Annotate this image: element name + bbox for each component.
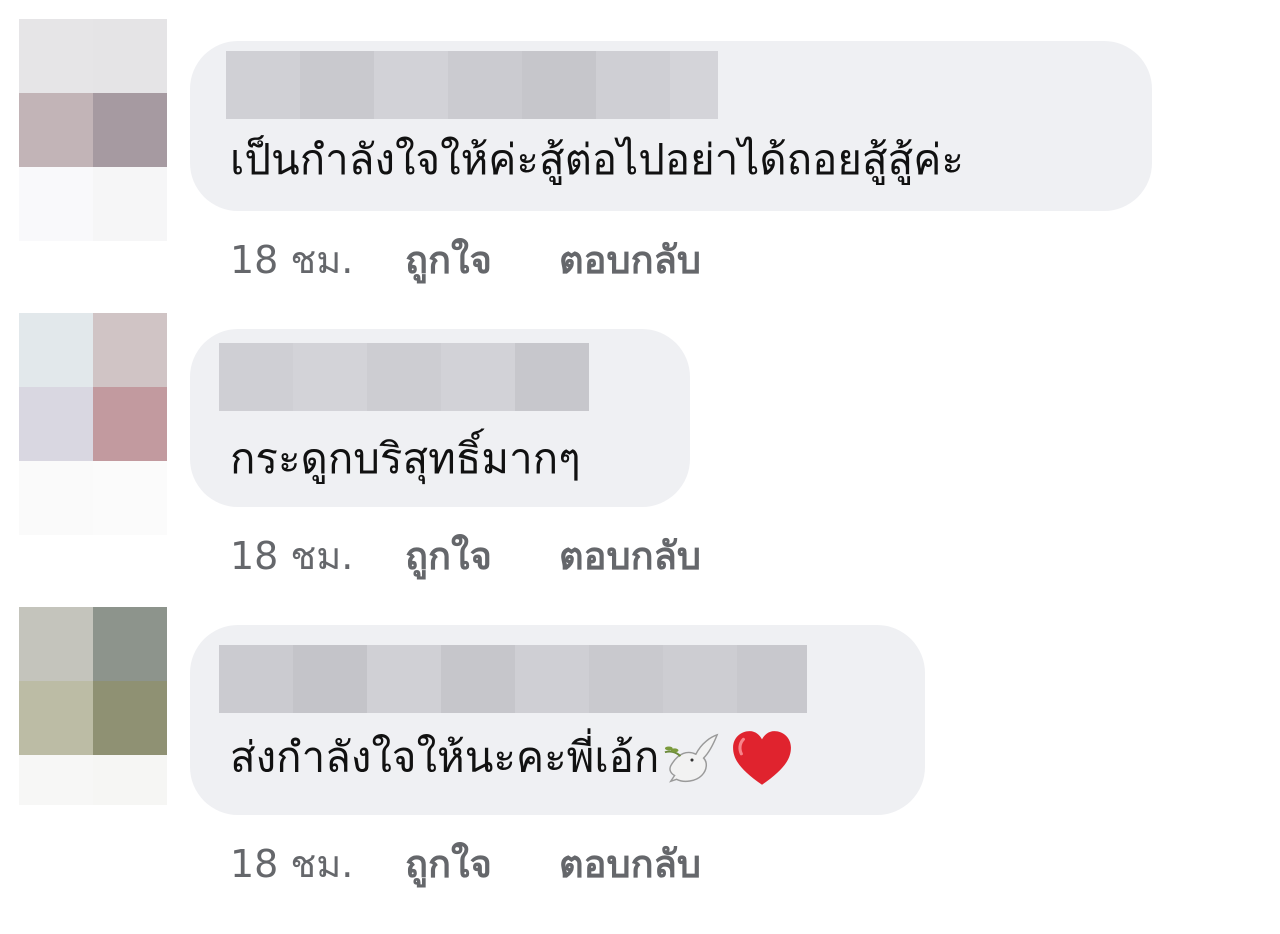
comment-time: 18 ชม. (230, 238, 354, 282)
reply-button[interactable]: ตอบกลับ (559, 525, 701, 586)
avatar-pixel (93, 93, 167, 167)
dove-icon (664, 733, 719, 783)
author-name-blurred[interactable] (226, 51, 718, 119)
heart-icon (733, 731, 792, 785)
comment-bubble[interactable]: ส่งกำลังใจให้นะคะพี่เอ้ก (190, 625, 925, 815)
comment-meta: 18 ชม. ถูกใจ ตอบกลับ (230, 229, 701, 290)
comment-text: กระดูกบริสุทธิ์มากๆ (230, 434, 581, 483)
avatar-pixel (19, 313, 93, 387)
avatar-pixel (19, 607, 93, 681)
comment-time: 18 ชม. (230, 534, 354, 578)
avatar-pixel (93, 387, 167, 461)
avatar-fade (19, 755, 167, 805)
like-button[interactable]: ถูกใจ (405, 833, 559, 894)
like-button[interactable]: ถูกใจ (405, 229, 559, 290)
avatar-pixel (93, 19, 167, 93)
comment-bubble[interactable]: กระดูกบริสุทธิ์มากๆ (190, 329, 690, 507)
comment-text-body: ส่งกำลังใจให้นะคะพี่เอ้ก (230, 732, 660, 782)
avatar-pixel (93, 313, 167, 387)
comment-meta: 18 ชม. ถูกใจ ตอบกลับ (230, 833, 701, 894)
avatar-pixel (19, 93, 93, 167)
comment-text: เป็นกำลังใจให้ค่ะสู้ต่อไปอย่าได้ถอยสู้สู… (230, 135, 964, 184)
comment-meta: 18 ชม. ถูกใจ ตอบกลับ (230, 525, 701, 586)
like-button[interactable]: ถูกใจ (405, 525, 559, 586)
reply-button[interactable]: ตอบกลับ (559, 833, 701, 894)
avatar-pixel (19, 387, 93, 461)
author-name-blurred[interactable] (219, 645, 807, 713)
avatar-pixel (19, 681, 93, 755)
author-name-blurred[interactable] (219, 343, 589, 411)
avatar[interactable] (19, 607, 167, 755)
avatar-fade (19, 167, 167, 241)
comment-time: 18 ชม. (230, 842, 354, 886)
avatar-pixel (19, 19, 93, 93)
avatar-pixel (93, 607, 167, 681)
reply-button[interactable]: ตอบกลับ (559, 229, 701, 290)
comment-text: ส่งกำลังใจให้นะคะพี่เอ้ก (230, 729, 793, 791)
avatar-fade (19, 461, 167, 535)
comment-bubble[interactable]: เป็นกำลังใจให้ค่ะสู้ต่อไปอย่าได้ถอยสู้สู… (190, 41, 1152, 211)
avatar[interactable] (19, 313, 167, 461)
avatar-pixel (93, 681, 167, 755)
avatar[interactable] (19, 19, 167, 167)
